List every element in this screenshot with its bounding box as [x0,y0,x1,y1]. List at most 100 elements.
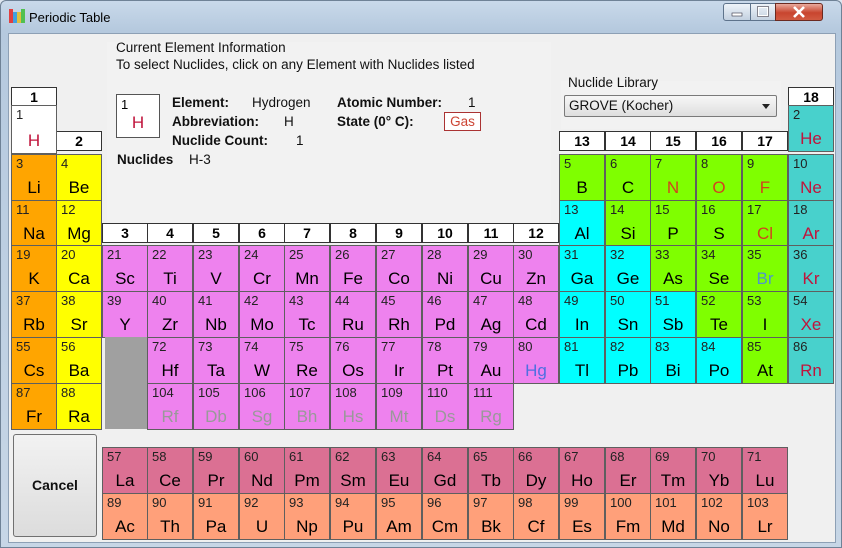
element-cell-cf[interactable]: 98 Cf [513,493,559,540]
element-cell-b[interactable]: 5B [559,154,605,201]
element-cell-pu[interactable]: 94 Pu [330,493,376,540]
element-cell-db[interactable]: 105 Db [193,383,239,430]
element-cell-er[interactable]: 68 Er [605,447,651,494]
element-cell-cs[interactable]: 55 Cs [11,337,57,384]
element-cell-pt[interactable]: 78 Pt [422,337,468,384]
element-cell-xe[interactable]: 54 Xe [788,291,834,338]
element-cell-md[interactable]: 101 Md [650,493,696,540]
element-cell-s[interactable]: 16 S [696,200,742,247]
element-cell-f[interactable]: 9F [742,154,788,201]
element-cell-hs[interactable]: 108 Hs [330,383,376,430]
element-cell-gd[interactable]: 64 Gd [422,447,468,494]
element-cell-w[interactable]: 74 W [239,337,285,384]
element-cell-zr[interactable]: 40 Zr [147,291,193,338]
element-cell-rn[interactable]: 86 Rn [788,337,834,384]
element-cell-y[interactable]: 39 Y [102,291,148,338]
element-cell-rb[interactable]: 37 Rb [11,291,57,338]
element-cell-ce[interactable]: 58 Ce [147,447,193,494]
element-cell-fm[interactable]: 100 Fm [605,493,651,540]
element-cell-fr[interactable]: 87 Fr [11,383,57,430]
element-cell-dy[interactable]: 66 Dy [513,447,559,494]
element-cell-cr[interactable]: 24 Cr [239,245,285,292]
element-cell-cd[interactable]: 48 Cd [513,291,559,338]
element-cell-be[interactable]: 4 Be [56,154,102,201]
element-cell-rf[interactable]: 104 Rf [147,383,193,430]
element-cell-br[interactable]: 35 Br [742,245,788,292]
element-cell-in[interactable]: 49 In [559,291,605,338]
maximize-button[interactable] [750,3,776,21]
element-cell-cm[interactable]: 96 Cm [422,493,468,540]
element-cell-sb[interactable]: 51 Sb [650,291,696,338]
element-cell-ga[interactable]: 31 Ga [559,245,605,292]
element-cell-nd[interactable]: 60 Nd [239,447,285,494]
element-cell-nb[interactable]: 41 Nb [193,291,239,338]
cancel-button[interactable]: Cancel [13,434,97,537]
element-cell-co[interactable]: 27 Co [376,245,422,292]
element-cell-la[interactable]: 57 La [102,447,148,494]
element-cell-te[interactable]: 52 Te [696,291,742,338]
element-cell-tm[interactable]: 69 Tm [650,447,696,494]
element-cell-lu[interactable]: 71 Lu [742,447,788,494]
nuclides-value[interactable]: H-3 [189,152,211,167]
element-cell-tb[interactable]: 65 Tb [468,447,514,494]
element-cell-se[interactable]: 34 Se [696,245,742,292]
element-cell-tl[interactable]: 81 Tl [559,337,605,384]
element-cell-mt[interactable]: 109 Mt [376,383,422,430]
element-cell-sm[interactable]: 62 Sm [330,447,376,494]
element-cell-he[interactable]: 2 He [788,105,834,152]
element-cell-fe[interactable]: 26 Fe [330,245,376,292]
element-cell-ne[interactable]: 10 Ne [788,154,834,201]
element-cell-zn[interactable]: 30 Zn [513,245,559,292]
element-cell-ar[interactable]: 18 Ar [788,200,834,247]
element-cell-mn[interactable]: 25 Mn [284,245,330,292]
element-cell-ba[interactable]: 56 Ba [56,337,102,384]
element-cell-au[interactable]: 79 Au [468,337,514,384]
element-cell-ru[interactable]: 44 Ru [330,291,376,338]
nuclide-library-select[interactable]: GROVE (Kocher) [564,95,777,117]
element-cell-rg[interactable]: 111 Rg [468,383,514,430]
element-cell-pb[interactable]: 82 Pb [605,337,651,384]
element-cell-ni[interactable]: 28 Ni [422,245,468,292]
element-cell-hg[interactable]: 80 Hg [513,337,559,384]
element-cell-es[interactable]: 99 Es [559,493,605,540]
element-cell-ra[interactable]: 88 Ra [56,383,102,430]
element-cell-v[interactable]: 23 V [193,245,239,292]
element-cell-al[interactable]: 13 Al [559,200,605,247]
minimize-button[interactable] [723,3,751,21]
title-bar[interactable]: Periodic Table [1,1,841,33]
element-cell-ti[interactable]: 22 Ti [147,245,193,292]
element-cell-c[interactable]: 6C [605,154,651,201]
element-cell-eu[interactable]: 63 Eu [376,447,422,494]
element-cell-am[interactable]: 95 Am [376,493,422,540]
element-cell-lr[interactable]: 103 Lr [742,493,788,540]
element-cell-mo[interactable]: 42 Mo [239,291,285,338]
element-cell-ta[interactable]: 73 Ta [193,337,239,384]
element-cell-pd[interactable]: 46 Pd [422,291,468,338]
element-cell-bh[interactable]: 107 Bh [284,383,330,430]
element-cell-pa[interactable]: 91 Pa [193,493,239,540]
element-cell-h[interactable]: 1H [11,105,57,154]
element-cell-u[interactable]: 92 U [239,493,285,540]
element-cell-no[interactable]: 102 No [696,493,742,540]
element-cell-p[interactable]: 15 P [650,200,696,247]
element-cell-os[interactable]: 76 Os [330,337,376,384]
element-cell-si[interactable]: 14 Si [605,200,651,247]
element-cell-ds[interactable]: 110 Ds [422,383,468,430]
element-cell-pr[interactable]: 59 Pr [193,447,239,494]
element-cell-sn[interactable]: 50 Sn [605,291,651,338]
element-cell-sc[interactable]: 21 Sc [102,245,148,292]
element-cell-re[interactable]: 75 Re [284,337,330,384]
element-cell-kr[interactable]: 36 Kr [788,245,834,292]
element-cell-tc[interactable]: 43 Tc [284,291,330,338]
element-cell-mg[interactable]: 12 Mg [56,200,102,247]
element-cell-po[interactable]: 84 Po [696,337,742,384]
element-cell-bk[interactable]: 97 Bk [468,493,514,540]
element-cell-at[interactable]: 85 At [742,337,788,384]
element-cell-ge[interactable]: 32 Ge [605,245,651,292]
element-cell-rh[interactable]: 45 Rh [376,291,422,338]
element-cell-n[interactable]: 7N [650,154,696,201]
element-cell-cu[interactable]: 29 Cu [468,245,514,292]
element-cell-np[interactable]: 93 Np [284,493,330,540]
element-cell-th[interactable]: 90 Th [147,493,193,540]
element-cell-o[interactable]: 8O [696,154,742,201]
